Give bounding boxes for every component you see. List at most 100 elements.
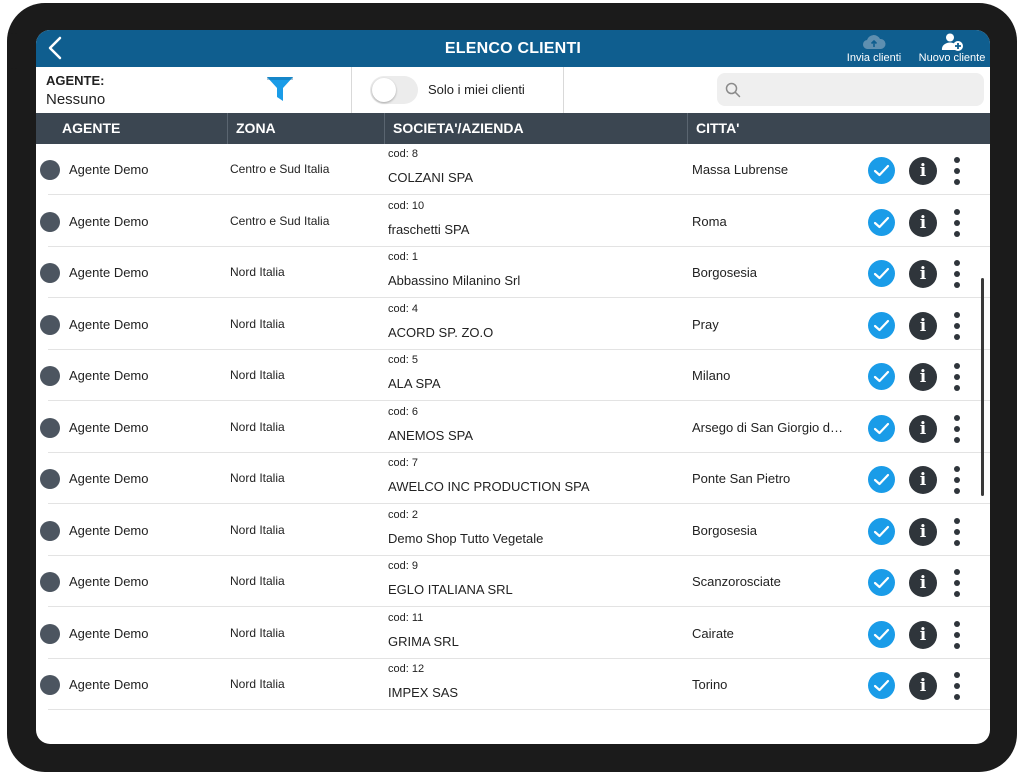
more-options-button[interactable]: [952, 208, 962, 237]
volume-button: [111, 3, 143, 9]
table-row[interactable]: Agente Demo Nord Italia cod: 1 Abbassino Mi…: [36, 247, 990, 298]
send-clients-label: Invia clienti: [846, 52, 902, 64]
info-button[interactable]: i: [909, 466, 937, 494]
column-header-societa[interactable]: SOCIETA'/AZIENDA: [385, 113, 688, 144]
cell-zona: Nord Italia: [230, 522, 285, 537]
agent-filter[interactable]: AGENTE: Nessuno: [36, 67, 352, 113]
select-check-button[interactable]: [868, 569, 895, 596]
cell-city: Borgosesia: [692, 265, 758, 280]
new-client-label: Nuovo cliente: [918, 52, 986, 64]
cell-code: cod: 6: [388, 405, 418, 418]
only-my-clients-label: Solo i miei clienti: [428, 82, 525, 97]
check-icon: [873, 164, 890, 177]
table-row[interactable]: Agente Demo Nord Italia cod: 12 IMPEX SAS To…: [36, 659, 990, 710]
more-options-button[interactable]: [952, 414, 962, 443]
select-check-button[interactable]: [868, 157, 895, 184]
select-check-button[interactable]: [868, 517, 895, 545]
more-options-button[interactable]: [952, 311, 962, 340]
table-row[interactable]: Agente Demo Nord Italia cod: 5 ALA SPA Milan…: [36, 350, 990, 401]
new-client-button[interactable]: Nuovo cliente: [916, 32, 988, 64]
select-check-button[interactable]: [868, 414, 895, 442]
check-icon: [873, 267, 890, 280]
info-button[interactable]: i: [909, 208, 937, 237]
agent-avatar: [40, 469, 60, 489]
cell-agent: Agente Demo: [69, 522, 149, 538]
check-icon: [873, 679, 890, 692]
more-options-button[interactable]: [952, 363, 962, 391]
column-header-zona[interactable]: ZONA: [228, 113, 385, 144]
more-options-button[interactable]: [952, 620, 962, 649]
select-check-button[interactable]: [868, 466, 895, 493]
cell-code: cod: 5: [388, 354, 418, 366]
check-icon: [873, 319, 890, 331]
volume-button: [67, 3, 99, 9]
check-icon: [873, 422, 890, 434]
info-button[interactable]: i: [909, 363, 937, 391]
info-icon: i: [919, 624, 927, 645]
agent-avatar: [40, 675, 60, 695]
info-button[interactable]: i: [909, 157, 937, 185]
select-check-button[interactable]: [868, 672, 895, 699]
more-options-button[interactable]: [952, 672, 962, 700]
cell-zona: Nord Italia: [230, 574, 285, 588]
table-header: AGENTE ZONA SOCIETA'/AZIENDA CITTA': [36, 113, 990, 144]
cell-agent: Agente Demo: [69, 419, 149, 435]
table-row[interactable]: Agente Demo Nord Italia cod: 9 EGLO ITALIAN…: [36, 556, 990, 607]
table-row[interactable]: Agente Demo Nord Italia cod: 11 GRIMA SRL Ca…: [36, 608, 990, 659]
table-row[interactable]: Agente Demo Nord Italia cod: 4 ACORD SP. ZO…: [36, 299, 990, 350]
more-options-button[interactable]: [952, 466, 962, 494]
info-button[interactable]: i: [909, 620, 937, 649]
scrollbar[interactable]: [981, 278, 984, 496]
more-options-button[interactable]: [952, 517, 962, 546]
send-clients-button[interactable]: Invia clienti: [844, 32, 904, 64]
more-options-button[interactable]: [952, 569, 962, 597]
row-divider: [48, 709, 990, 710]
cell-company: IMPEX SAS: [388, 685, 459, 700]
table-row[interactable]: Agente Demo Nord Italia cod: 2 Demo Shop Tu…: [36, 505, 990, 556]
agent-avatar: [40, 366, 60, 386]
agent-avatar: [40, 263, 60, 283]
info-button[interactable]: i: [909, 672, 937, 700]
select-check-button[interactable]: [868, 620, 895, 648]
only-my-clients-toggle[interactable]: [370, 76, 418, 104]
cell-city: Ponte San Pietro: [692, 471, 791, 486]
cell-agent: Agente Demo: [69, 265, 149, 280]
agent-avatar: [40, 572, 60, 592]
select-check-button[interactable]: [868, 208, 895, 236]
cell-city: Roma: [692, 213, 727, 229]
check-icon: [873, 628, 890, 640]
cell-agent: Agente Demo: [69, 471, 149, 486]
info-button[interactable]: i: [909, 414, 937, 443]
cell-company: ACORD SP. ZO.O: [388, 324, 494, 340]
info-icon: i: [919, 573, 927, 593]
agent-avatar: [40, 520, 60, 541]
table-row[interactable]: Agente Demo Centro e Sud Italia cod: 8 COLZ…: [36, 144, 990, 195]
more-options-button[interactable]: [952, 157, 962, 185]
check-icon: [873, 473, 890, 486]
info-button[interactable]: i: [909, 569, 937, 597]
cell-company: EGLO ITALIANA SRL: [388, 582, 513, 597]
info-button[interactable]: i: [909, 517, 937, 546]
filter-button[interactable]: [265, 74, 295, 109]
select-check-button[interactable]: [868, 363, 895, 390]
agent-avatar: [40, 160, 60, 180]
agent-avatar: [40, 211, 60, 232]
search-input[interactable]: [747, 73, 981, 108]
select-check-button[interactable]: [868, 311, 895, 339]
info-button[interactable]: i: [909, 311, 937, 340]
cell-city: Milano: [692, 368, 731, 383]
cell-code: cod: 12: [388, 663, 425, 675]
table-row[interactable]: Agente Demo Centro e Sud Italia cod: 10 fra…: [36, 196, 990, 247]
table-row[interactable]: Agente Demo Nord Italia cod: 7 AWELCO INC P…: [36, 453, 990, 504]
only-my-clients-toggle-row[interactable]: Solo i miei clienti: [352, 67, 564, 113]
table-row[interactable]: Agente Demo Nord Italia cod: 6 ANEMOS SPA Ar…: [36, 402, 990, 453]
column-header-agente[interactable]: AGENTE: [36, 113, 228, 144]
cell-code: cod: 4: [388, 302, 418, 315]
top-bar: ELENCO CLIENTI Invia clienti Nuovo clien…: [36, 30, 990, 67]
info-button[interactable]: i: [909, 260, 937, 288]
column-header-citta[interactable]: CITTA': [688, 113, 990, 144]
more-options-button[interactable]: [952, 260, 962, 288]
search-box[interactable]: [717, 73, 984, 108]
info-icon: i: [919, 521, 927, 542]
select-check-button[interactable]: [868, 260, 895, 287]
